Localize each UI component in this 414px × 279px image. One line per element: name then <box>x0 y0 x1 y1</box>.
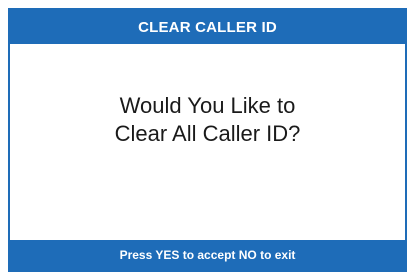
prompt-line-2: Clear All Caller ID? <box>114 121 301 146</box>
caller-id-screen: CLEAR CALLER ID Would You Like to Clear … <box>8 8 407 272</box>
prompt-line-1: Would You Like to <box>119 93 296 118</box>
instruction-text: Press YES to accept NO to exit <box>119 248 296 262</box>
confirmation-prompt: Would You Like to Clear All Caller ID? <box>10 44 405 240</box>
screen-title-bar: CLEAR CALLER ID <box>10 10 405 44</box>
instruction-bar: Press YES to accept NO to exit <box>10 240 405 270</box>
screen-title: CLEAR CALLER ID <box>138 18 277 36</box>
